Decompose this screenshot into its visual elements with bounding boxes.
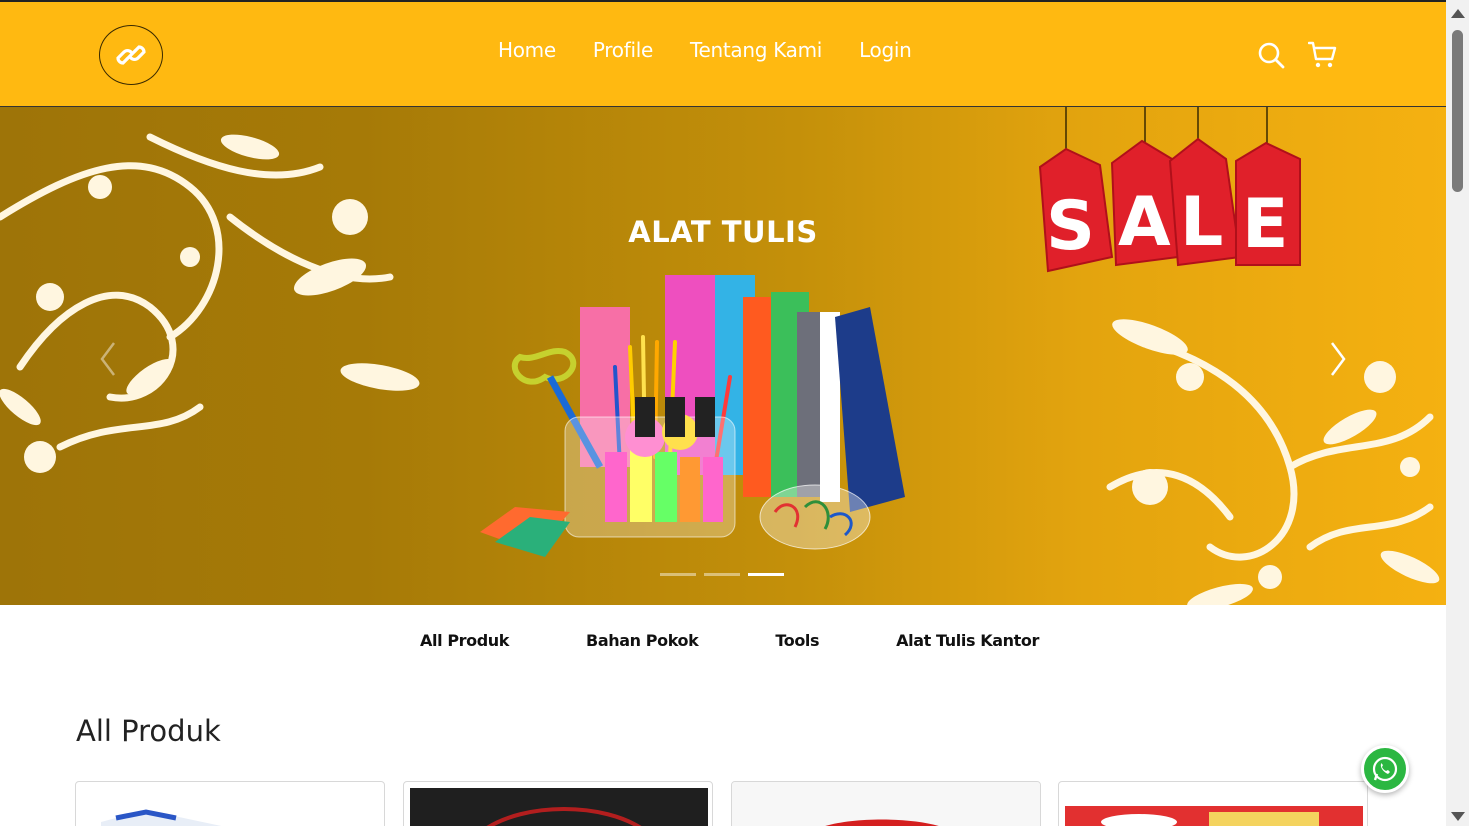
scroll-up-arrow-icon[interactable] — [1451, 9, 1465, 18]
chevron-left-icon — [100, 342, 115, 376]
hero-title: ALAT TULIS — [628, 215, 818, 249]
stationery-image — [480, 275, 905, 557]
carousel-indicator-3[interactable] — [748, 573, 784, 576]
carousel-next-button[interactable] — [1322, 339, 1352, 379]
tab-alat-tulis-kantor[interactable]: Alat Tulis Kantor — [896, 631, 1039, 650]
cart-button[interactable] — [1308, 40, 1338, 70]
scrollbar-thumb[interactable] — [1452, 30, 1463, 192]
page: Home Profile Tentang Kami Login S A L E … — [0, 0, 1446, 826]
hero-carousel: S A L E ALAT TULIS — [0, 107, 1446, 605]
category-tabs: All Produk Bahan Pokok Tools Alat Tulis … — [420, 631, 1116, 650]
floral-decoration-right — [1106, 319, 1440, 605]
floral-decoration-left — [0, 133, 420, 473]
whatsapp-button[interactable] — [1361, 745, 1409, 793]
carousel-indicators — [660, 573, 784, 576]
product-card[interactable] — [1058, 781, 1368, 826]
cart-icon — [1308, 41, 1337, 68]
section-title: All Produk — [76, 714, 221, 748]
tab-all-produk[interactable]: All Produk — [420, 631, 509, 650]
nav-tentang-kami[interactable]: Tentang Kami — [690, 38, 822, 62]
chevron-right-icon — [1331, 342, 1346, 376]
carousel-indicator-1[interactable] — [660, 573, 696, 576]
product-image — [732, 782, 1040, 826]
carousel-prev-button[interactable] — [94, 339, 124, 379]
product-image — [1065, 806, 1363, 826]
search-icon — [1258, 42, 1285, 69]
nav-profile[interactable]: Profile — [593, 38, 653, 62]
navbar: Home Profile Tentang Kami Login — [0, 0, 1446, 107]
product-card[interactable] — [403, 781, 713, 826]
logo-button[interactable] — [99, 25, 163, 85]
product-card[interactable] — [75, 781, 385, 826]
tab-tools[interactable]: Tools — [775, 631, 819, 650]
scroll-down-arrow-icon[interactable] — [1451, 812, 1465, 821]
whatsapp-icon — [1372, 756, 1398, 782]
logo-link-icon — [116, 45, 146, 65]
nav-login[interactable]: Login — [859, 38, 912, 62]
product-image — [410, 788, 708, 826]
scrollbar[interactable] — [1446, 0, 1469, 826]
sale-tags-graphic: S A L E — [1038, 107, 1301, 273]
search-button[interactable] — [1256, 40, 1286, 70]
carousel-indicator-2[interactable] — [704, 573, 740, 576]
product-image — [101, 809, 222, 826]
main-nav: Home Profile Tentang Kami Login — [498, 38, 949, 62]
nav-home[interactable]: Home — [498, 38, 556, 62]
tab-bahan-pokok[interactable]: Bahan Pokok — [586, 631, 699, 650]
product-card[interactable] — [731, 781, 1041, 826]
nav-icons — [1256, 40, 1338, 70]
